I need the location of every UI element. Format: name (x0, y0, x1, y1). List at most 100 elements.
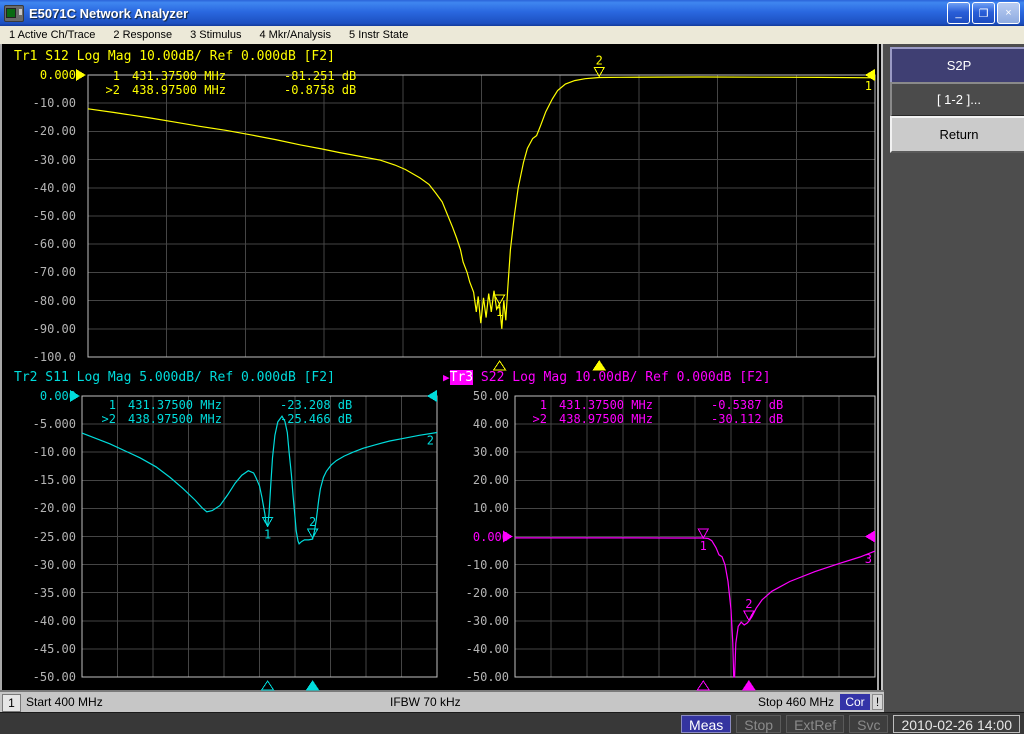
meas-indicator: Meas (681, 715, 731, 733)
svg-text:2: 2 (745, 597, 752, 611)
minimize-button[interactable]: _ (947, 2, 970, 24)
tr3-marker-readout: 1431.37500 MHz-0.5387 dB >2 438.97500 MHz… (523, 398, 831, 426)
tr2-scale-label: S11 Log Mag 5.000dB/ Ref 0.000dB [F2] (37, 370, 334, 385)
svg-text:2: 2 (596, 53, 603, 67)
tr1-name: Tr1 (14, 49, 37, 64)
start-frequency: Start 400 MHz (26, 695, 103, 709)
correction-badge: Cor (840, 694, 870, 710)
menu-bar: 1 Active Ch/Trace 2 Response 3 Stimulus … (0, 26, 1024, 45)
svg-text:2: 2 (309, 515, 316, 529)
marker-index: >2 (92, 412, 116, 426)
y-tick-label: 10.00 (437, 500, 509, 516)
tr2-y-axis: 0.000-5.000-10.00-15.00-20.00-25.00-30.0… (4, 396, 76, 677)
softkey-menu-title[interactable]: S2P (890, 47, 1024, 84)
marker-index: >2 (96, 83, 120, 97)
menu-stimulus[interactable]: 3 Stimulus (181, 29, 250, 41)
marker-row: 1431.37500 MHz-23.208 dB (92, 398, 400, 412)
y-tick-label: -45.00 (4, 641, 76, 657)
tr3-header[interactable]: ▶Tr3 S22 Log Mag 10.00dB/ Ref 0.000dB [F… (443, 370, 771, 385)
y-tick-label: 50.00 (437, 388, 509, 404)
marker-stimulus-icon (593, 361, 605, 370)
svg-text:1: 1 (865, 79, 872, 93)
stop-indicator: Stop (736, 715, 781, 733)
svg-text:1: 1 (700, 539, 707, 553)
ref-level-left-icon (76, 69, 86, 81)
display-bezel-left (0, 44, 2, 690)
y-tick-label: -35.00 (4, 585, 76, 601)
tr1-header[interactable]: Tr1 S12 Log Mag 10.00dB/ Ref 0.000dB [F2… (14, 49, 335, 64)
y-tick-label: 0.000 (4, 67, 76, 83)
y-tick-label: -50.00 (4, 669, 76, 685)
svc-indicator: Svc (849, 715, 888, 733)
marker-value: -81.251 dB (284, 69, 404, 83)
marker-index: 1 (96, 69, 120, 83)
marker-stimulus-icon (262, 681, 274, 690)
y-tick-label: -70.00 (4, 264, 76, 280)
marker-row: 1 431.37500 MHz-81.251 dB (96, 69, 404, 83)
ref-level-right-icon (865, 531, 875, 543)
stimulus-status-bar: 1 Start 400 MHz IFBW 70 kHz Stop 460 MHz… (0, 690, 884, 712)
display-bezel-right (877, 44, 879, 690)
marker-row: >2 438.97500 MHz-25.466 dB (92, 412, 400, 426)
tr2-header[interactable]: Tr2 S11 Log Mag 5.000dB/ Ref 0.000dB [F2… (14, 370, 335, 385)
title-bar: E5071C Network Analyzer _ ❐ × (0, 0, 1024, 26)
marker-value: -23.208 dB (280, 398, 400, 412)
alert-badge: ! (872, 694, 883, 710)
marker-stimulus-icon (697, 681, 709, 690)
softkey-sidebar: S2P [ 1-2 ]... Return (881, 44, 1024, 712)
e5071c-application-window: E5071C Network Analyzer _ ❐ × 1 Active C… (0, 0, 1024, 734)
tr2-marker-readout: 1431.37500 MHz-23.208 dB >2 438.97500 MHz… (92, 398, 400, 426)
marker-frequency: 431.37500 MHz (128, 398, 280, 412)
y-tick-label: -30.00 (4, 152, 76, 168)
active-trace-arrow-icon: ▶ (443, 371, 450, 384)
marker-value: -30.112 dB (711, 412, 831, 426)
ref-level-right-icon (427, 390, 437, 402)
stop-frequency: Stop 460 MHz (758, 695, 834, 709)
tr1-scale-label: S12 Log Mag 10.00dB/ Ref 0.000dB [F2] (37, 49, 334, 64)
app-icon (4, 5, 24, 22)
marker-index: >2 (523, 412, 547, 426)
y-tick-label: -10.00 (437, 557, 509, 573)
instrument-status-taskbar: Meas Stop ExtRef Svc 2010-02-26 14:00 (0, 712, 1024, 734)
svg-text:1: 1 (496, 305, 503, 319)
marker-frequency: 431.37500 MHz (132, 69, 284, 83)
menu-response[interactable]: 2 Response (104, 29, 181, 41)
y-tick-label: -25.00 (4, 529, 76, 545)
menu-mkr-analysis[interactable]: 4 Mkr/Analysis (250, 29, 340, 41)
y-tick-label: -20.00 (4, 500, 76, 516)
y-tick-label: 40.00 (437, 416, 509, 432)
marker-stimulus-icon (743, 681, 755, 690)
marker-index: 1 (523, 398, 547, 412)
restore-button[interactable]: ❐ (972, 2, 995, 24)
y-tick-label: -20.00 (4, 123, 76, 139)
marker-value: -25.466 dB (280, 412, 400, 426)
ifbw-value: IFBW 70 kHz (390, 695, 461, 709)
tr3-y-axis: 50.0040.0030.0020.0010.000.000-10.00-20.… (437, 396, 509, 677)
close-button[interactable]: × (997, 2, 1020, 24)
return-button[interactable]: Return (890, 116, 1024, 153)
marker-frequency: 438.97500 MHz (128, 412, 280, 426)
softkey-1-2-button[interactable]: [ 1-2 ]... (890, 82, 1024, 117)
window-controls: _ ❐ × (947, 2, 1024, 24)
marker-row: >2438.97500 MHz-0.8758 dB (96, 83, 404, 97)
y-tick-label: -10.00 (4, 95, 76, 111)
tr1-s12-plot[interactable]: 1 2 1 (76, 51, 876, 373)
y-tick-label: -100.0 (4, 349, 76, 365)
y-tick-label: -50.00 (4, 208, 76, 224)
menu-active-ch-trace[interactable]: 1 Active Ch/Trace (0, 29, 104, 41)
svg-text:1: 1 (264, 527, 271, 541)
window-title: E5071C Network Analyzer (29, 6, 188, 21)
menu-instr-state[interactable]: 5 Instr State (340, 29, 417, 41)
marker-row: 1431.37500 MHz-0.5387 dB (523, 398, 831, 412)
marker-frequency: 438.97500 MHz (559, 412, 711, 426)
marker-stimulus-icon (494, 361, 506, 370)
tr3-name: Tr3 (450, 370, 473, 385)
y-tick-label: -60.00 (4, 236, 76, 252)
tr1-y-axis: 0.000-10.00-20.00-30.00-40.00-50.00-60.0… (4, 75, 76, 357)
marker-row: >2 438.97500 MHz-30.112 dB (523, 412, 831, 426)
y-tick-label: -20.00 (437, 585, 509, 601)
y-tick-label: -40.00 (437, 641, 509, 657)
svg-text:2: 2 (427, 434, 434, 448)
date-time: 2010-02-26 14:00 (893, 715, 1020, 733)
tr2-name: Tr2 (14, 370, 37, 385)
